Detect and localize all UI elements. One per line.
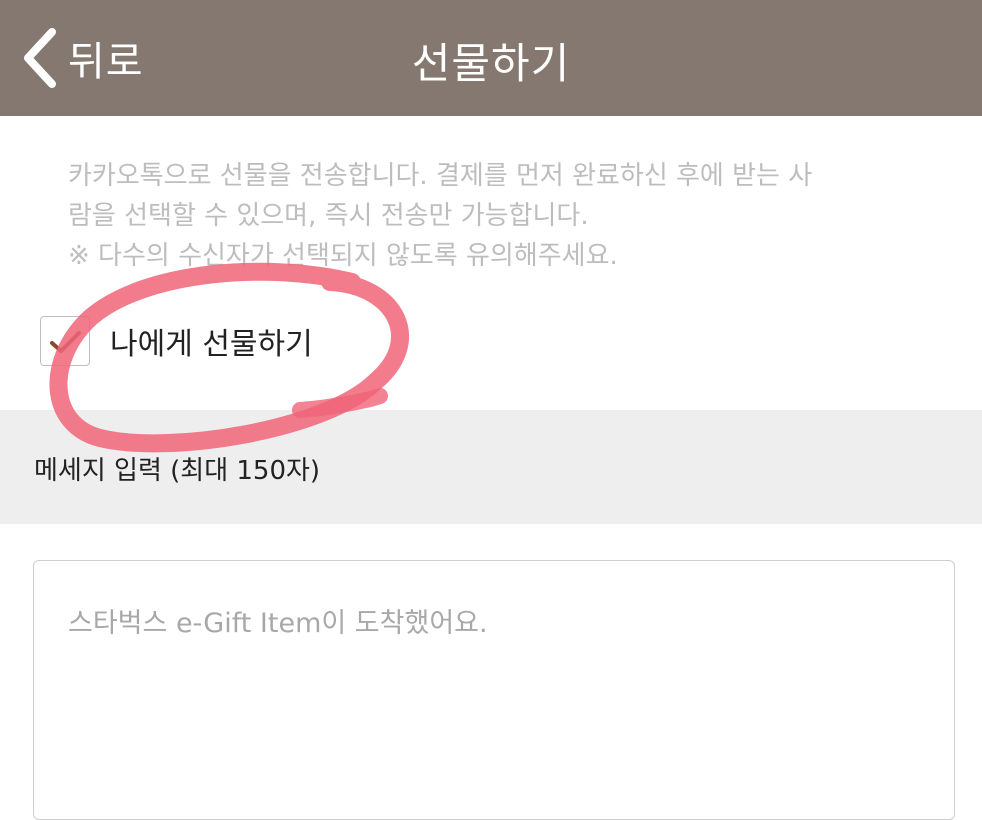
top-bar: 뒤로 선물하기 [0,0,982,116]
checkmark-icon [50,331,81,353]
message-section-label: 메세지 입력 (최대 150자) [34,456,321,486]
message-box[interactable] [33,560,955,820]
self-gift-label: 나에게 선물하기 [110,327,313,362]
self-gift-checkbox[interactable] [40,316,90,366]
notice-line-3: ※ 다수의 수신자가 선택되지 않도록 유의해주세요. [68,241,618,271]
message-input[interactable] [68,601,920,791]
self-gift-option[interactable]: 나에게 선물하기 [40,314,313,368]
page-title: 선물하기 [411,39,571,88]
notice-text: 카카오톡으로 선물을 전송합니다. 결제를 먼저 완료하신 후에 받는 사 람을… [68,156,928,276]
notice-line-1: 카카오톡으로 선물을 전송합니다. 결제를 먼저 완료하신 후에 받는 사 [68,161,813,191]
message-section-header: 메세지 입력 (최대 150자) [0,410,982,524]
notice-line-2: 람을 선택할 수 있으며, 즉시 전송만 가능합니다. [68,201,589,231]
